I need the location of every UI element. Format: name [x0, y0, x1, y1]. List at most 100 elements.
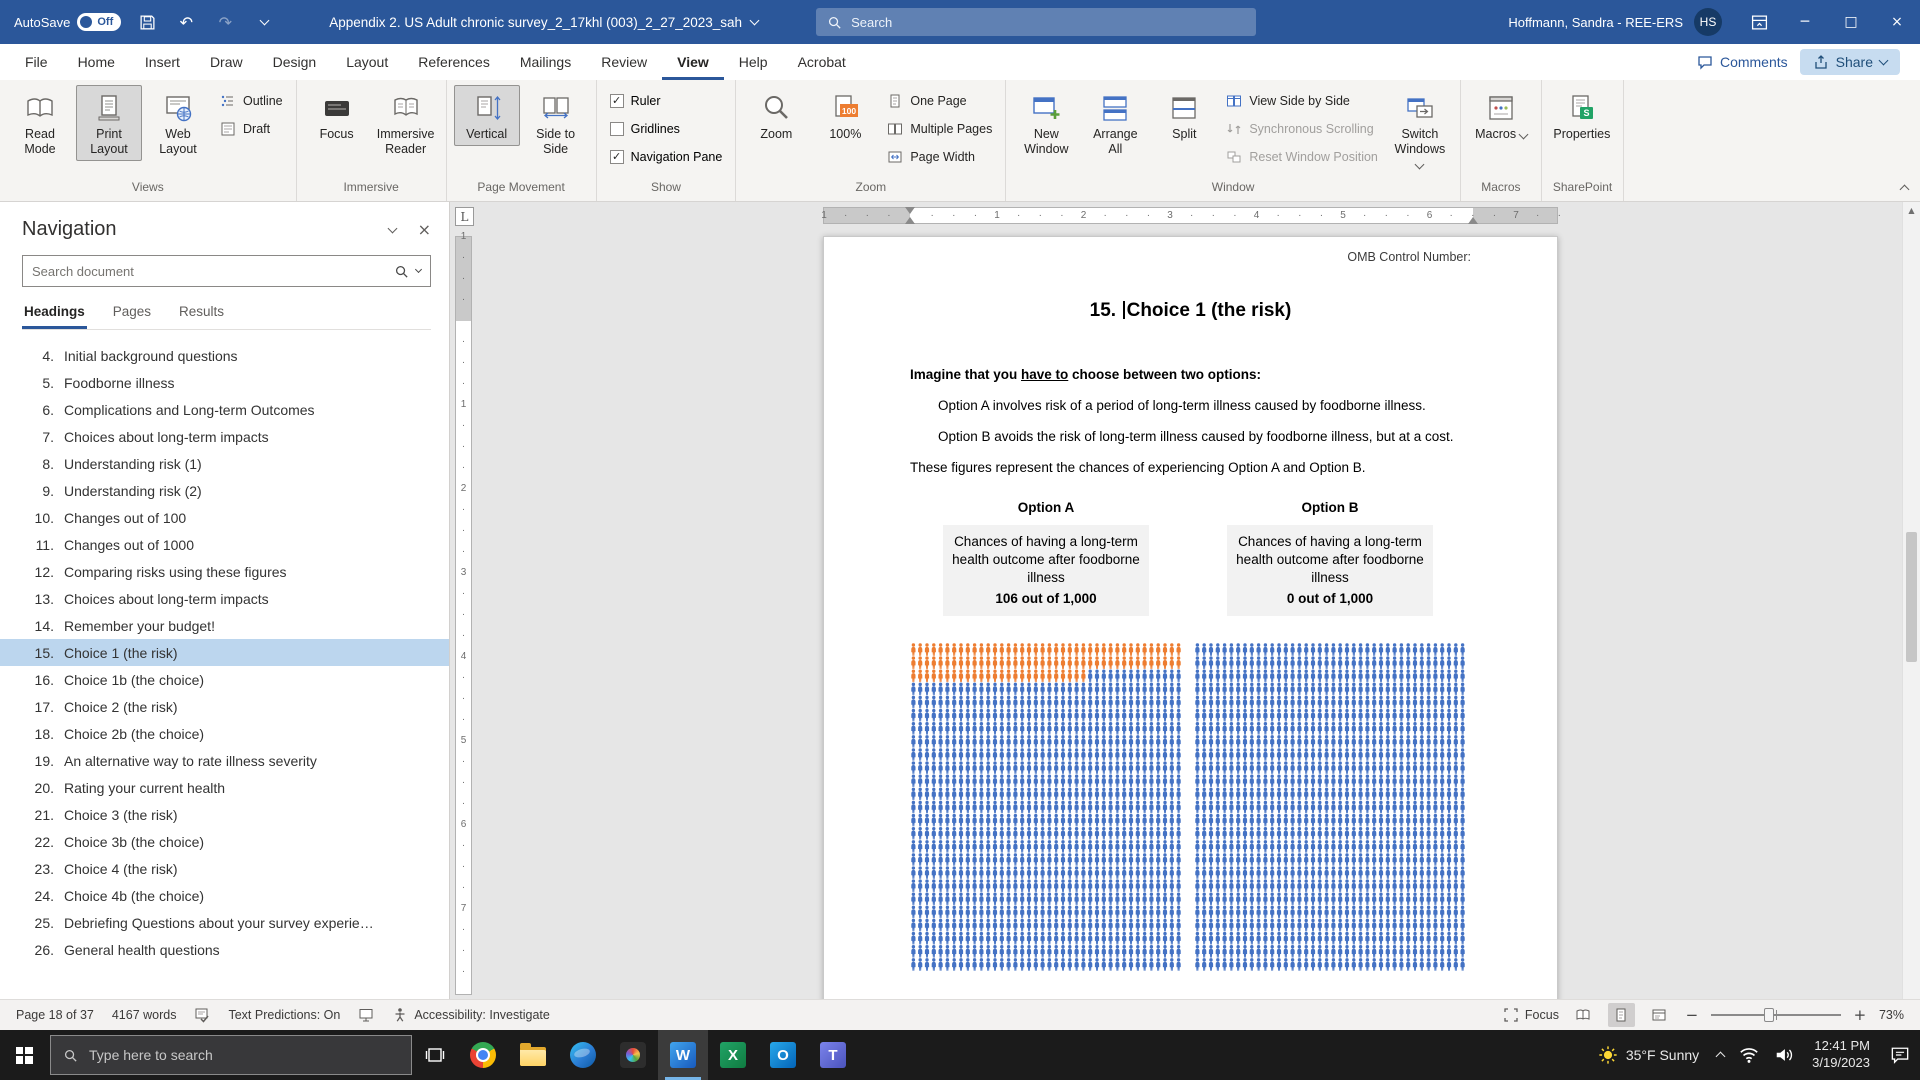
- nav-tab-pages[interactable]: Pages: [111, 300, 153, 329]
- ribbon-tab-references[interactable]: References: [403, 44, 505, 80]
- close-button[interactable]: ×: [1874, 0, 1920, 44]
- nav-heading-item[interactable]: 10.Changes out of 100: [0, 504, 449, 531]
- navigation-search-input[interactable]: Search document: [22, 255, 431, 287]
- reset-window-position-button[interactable]: Reset Window Position: [1220, 144, 1384, 169]
- document-scrollbar[interactable]: ▲: [1902, 202, 1920, 999]
- view-side-by-side-button[interactable]: View Side by Side: [1220, 88, 1384, 113]
- arrange-all-button[interactable]: Arrange All: [1082, 85, 1148, 161]
- nav-heading-item[interactable]: 25.Debriefing Questions about your surve…: [0, 909, 449, 936]
- search-options-dropdown-icon[interactable]: [415, 266, 422, 273]
- one-page-button[interactable]: One Page: [881, 88, 998, 113]
- undo-icon[interactable]: ↶: [173, 8, 199, 36]
- comments-button[interactable]: Comments: [1697, 54, 1788, 70]
- nav-heading-item[interactable]: 17.Choice 2 (the risk): [0, 693, 449, 720]
- share-button[interactable]: Share: [1800, 49, 1900, 75]
- maximize-button[interactable]: □: [1828, 0, 1874, 44]
- ribbon-display-options-icon[interactable]: [1736, 0, 1782, 44]
- autosave-toggle[interactable]: AutoSave Off: [14, 13, 121, 31]
- ribbon-tab-mailings[interactable]: Mailings: [505, 44, 586, 80]
- avatar[interactable]: HS: [1694, 8, 1722, 36]
- ribbon-tab-layout[interactable]: Layout: [331, 44, 403, 80]
- document-page[interactable]: OMB Control Number: 15.Choice 1 (the ris…: [823, 236, 1558, 999]
- tray-expand-icon[interactable]: [1716, 1052, 1726, 1062]
- nav-heading-item[interactable]: 7.Choices about long-term impacts: [0, 423, 449, 450]
- collapse-ribbon-icon[interactable]: [1900, 185, 1910, 195]
- draft-button[interactable]: Draft: [214, 116, 289, 141]
- volume-icon[interactable]: [1774, 1045, 1794, 1065]
- nav-heading-item[interactable]: 12.Comparing risks using these figures: [0, 558, 449, 585]
- print-layout-view-button[interactable]: [1608, 1003, 1635, 1027]
- taskbar-chrome-icon[interactable]: [458, 1030, 508, 1080]
- taskbar-search-input[interactable]: Type here to search: [50, 1035, 412, 1075]
- hanging-indent-marker[interactable]: [905, 212, 915, 224]
- network-icon[interactable]: [1739, 1045, 1759, 1065]
- ribbon-tab-review[interactable]: Review: [586, 44, 662, 80]
- nav-heading-item[interactable]: 19.An alternative way to rate illness se…: [0, 747, 449, 774]
- save-icon[interactable]: [134, 8, 160, 36]
- nav-heading-item[interactable]: 5.Foodborne illness: [0, 369, 449, 396]
- nav-heading-item[interactable]: 22.Choice 3b (the choice): [0, 828, 449, 855]
- ribbon-tab-insert[interactable]: Insert: [130, 44, 195, 80]
- gridlines-checkbox[interactable]: Gridlines: [604, 116, 729, 141]
- proofing-icon[interactable]: [194, 1007, 210, 1023]
- nav-heading-item[interactable]: 18.Choice 2b (the choice): [0, 720, 449, 747]
- nav-tab-headings[interactable]: Headings: [22, 300, 87, 329]
- minimize-button[interactable]: ─: [1782, 0, 1828, 44]
- page-indicator[interactable]: Page 18 of 37: [16, 1008, 94, 1022]
- display-settings-icon[interactable]: [358, 1007, 374, 1023]
- properties-button[interactable]: S Properties: [1549, 85, 1615, 146]
- nav-tab-results[interactable]: Results: [177, 300, 226, 329]
- ribbon-tab-design[interactable]: Design: [258, 44, 332, 80]
- print-layout-button[interactable]: Print Layout: [76, 85, 142, 161]
- nav-heading-item[interactable]: 26.General health questions: [0, 936, 449, 963]
- taskbar-excel-icon[interactable]: X: [708, 1030, 758, 1080]
- nav-heading-item[interactable]: 20.Rating your current health: [0, 774, 449, 801]
- task-view-button[interactable]: [412, 1030, 458, 1080]
- read-mode-view-button[interactable]: [1570, 1003, 1597, 1027]
- taskbar-teams-icon[interactable]: T: [808, 1030, 858, 1080]
- switch-windows-button[interactable]: Switch Windows: [1387, 85, 1453, 175]
- focus-view-button[interactable]: Focus: [1503, 1007, 1559, 1023]
- taskbar-clock[interactable]: 12:41 PM 3/19/2023: [1802, 1038, 1880, 1072]
- ribbon-tab-acrobat[interactable]: Acrobat: [783, 44, 861, 80]
- navigation-collapse-icon[interactable]: [387, 223, 397, 233]
- multiple-pages-button[interactable]: Multiple Pages: [881, 116, 998, 141]
- user-name[interactable]: Hoffmann, Sandra - REE-ERS: [1508, 15, 1683, 30]
- macros-button[interactable]: Macros: [1468, 85, 1534, 146]
- word-count[interactable]: 4167 words: [112, 1008, 177, 1022]
- weather-widget[interactable]: 35°F Sunny: [1588, 1045, 1709, 1065]
- nav-heading-item[interactable]: 13.Choices about long-term impacts: [0, 585, 449, 612]
- immersive-reader-button[interactable]: Immersive Reader: [373, 85, 439, 161]
- ribbon-tab-help[interactable]: Help: [724, 44, 783, 80]
- start-button[interactable]: [0, 1030, 48, 1080]
- split-button[interactable]: Split: [1151, 85, 1217, 146]
- ribbon-tab-view[interactable]: View: [662, 44, 724, 80]
- taskbar-word-icon[interactable]: W: [658, 1030, 708, 1080]
- nav-heading-item[interactable]: 15.Choice 1 (the risk): [0, 639, 449, 666]
- zoom-in-button[interactable]: +: [1852, 1006, 1868, 1024]
- new-window-button[interactable]: New Window: [1013, 85, 1079, 161]
- nav-heading-item[interactable]: 6.Complications and Long-term Outcomes: [0, 396, 449, 423]
- nav-heading-item[interactable]: 11.Changes out of 1000: [0, 531, 449, 558]
- taskbar-outlook-icon[interactable]: O: [758, 1030, 808, 1080]
- taskbar-file-explorer-icon[interactable]: [508, 1030, 558, 1080]
- taskbar-edge-icon[interactable]: [558, 1030, 608, 1080]
- scrollbar-up-icon[interactable]: ▲: [1903, 206, 1920, 215]
- zoom-percentage[interactable]: 73%: [1879, 1008, 1904, 1022]
- quick-access-chevron-icon[interactable]: [251, 8, 277, 36]
- ruler-checkbox[interactable]: ✓ Ruler: [604, 88, 729, 113]
- navigation-close-icon[interactable]: ×: [418, 220, 431, 239]
- web-layout-view-button[interactable]: [1646, 1003, 1673, 1027]
- ribbon-tab-file[interactable]: File: [10, 44, 63, 80]
- nav-heading-item[interactable]: 9.Understanding risk (2): [0, 477, 449, 504]
- nav-heading-item[interactable]: 23.Choice 4 (the risk): [0, 855, 449, 882]
- nav-heading-item[interactable]: 16.Choice 1b (the choice): [0, 666, 449, 693]
- nav-heading-item[interactable]: 14.Remember your budget!: [0, 612, 449, 639]
- redo-icon[interactable]: ↷: [212, 8, 238, 36]
- page-width-button[interactable]: Page Width: [881, 144, 998, 169]
- read-mode-button[interactable]: Read Mode: [7, 85, 73, 161]
- side-to-side-button[interactable]: Side to Side: [523, 85, 589, 161]
- text-predictions[interactable]: Text Predictions: On: [228, 1008, 340, 1022]
- scrollbar-thumb[interactable]: [1906, 532, 1917, 662]
- nav-heading-item[interactable]: 21.Choice 3 (the risk): [0, 801, 449, 828]
